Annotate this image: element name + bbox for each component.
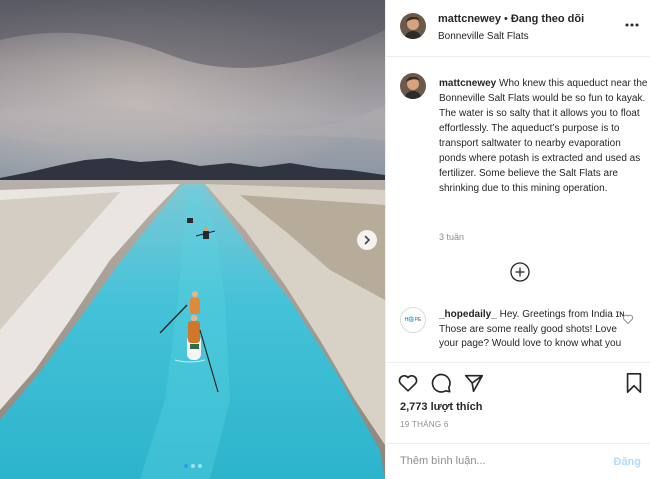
commenter-avatar-text: H🌐PE [404, 317, 422, 323]
load-more-comments-button[interactable] [510, 262, 530, 282]
heart-outline-icon [622, 314, 634, 324]
carousel-dot-2 [190, 464, 195, 468]
salt-flats-aqueduct-photo [0, 0, 385, 479]
post-actions: 2,773 lượt thích 19 THÁNG 6 Đăng [386, 362, 650, 479]
carousel-indicator [0, 464, 385, 468]
add-comment-bar: Đăng [386, 443, 650, 479]
author-username[interactable]: mattcnewey [438, 13, 501, 25]
more-options-button[interactable] [623, 16, 641, 34]
author-avatar-image [400, 13, 426, 39]
next-arrow-icon [364, 235, 371, 245]
caption-body: Who knew this aqueduct near the Bonnevil… [439, 78, 648, 194]
separator-dot: • [503, 13, 508, 25]
post-date[interactable]: 19 THÁNG 6 [400, 420, 449, 429]
post-location[interactable]: Bonneville Salt Flats [438, 31, 529, 42]
carousel-dot-1 [183, 464, 188, 468]
carousel-dot-3 [197, 464, 202, 468]
load-more-icon [510, 262, 530, 282]
author-avatar[interactable] [400, 13, 426, 39]
like-button[interactable] [396, 371, 420, 395]
share-icon [464, 374, 484, 393]
commenter-username[interactable]: _hopedaily_ [439, 309, 497, 320]
heart-icon [398, 375, 418, 392]
comment-icon [431, 373, 451, 393]
like-count[interactable]: 2,773 lượt thích [400, 401, 482, 413]
post-comment-button[interactable]: Đăng [614, 456, 642, 468]
caption-author-avatar-image [400, 73, 426, 99]
follow-status-button[interactable]: Đang theo dõi [511, 13, 584, 25]
comment-item: H🌐PE _hopedaily_ Hey. Greetings from Ind… [400, 307, 640, 359]
caption-text-block: mattcnewey Who knew this aqueduct near t… [439, 76, 649, 196]
caption-author-avatar[interactable] [400, 73, 426, 99]
more-options-icon [625, 23, 639, 27]
post-photo[interactable] [0, 0, 385, 479]
bookmark-icon [626, 373, 642, 393]
comment-text-block: _hopedaily_ Hey. Greetings from India ɪɴ… [439, 308, 629, 352]
post-header: mattcnewey • Đang theo dõi Bonneville Salt… [386, 0, 650, 57]
post-side-panel: mattcnewey • Đang theo dõi Bonneville Salt… [385, 0, 650, 479]
next-photo-button[interactable] [357, 230, 377, 250]
caption-timestamp[interactable]: 3 tuần [439, 232, 464, 242]
comment-button[interactable] [429, 371, 453, 395]
save-button[interactable] [622, 371, 646, 395]
caption-username[interactable]: mattcnewey [439, 78, 496, 89]
share-button[interactable] [462, 371, 486, 395]
like-comment-button[interactable] [622, 313, 634, 325]
comment-input[interactable] [400, 455, 600, 467]
commenter-avatar[interactable]: H🌐PE [400, 307, 426, 333]
